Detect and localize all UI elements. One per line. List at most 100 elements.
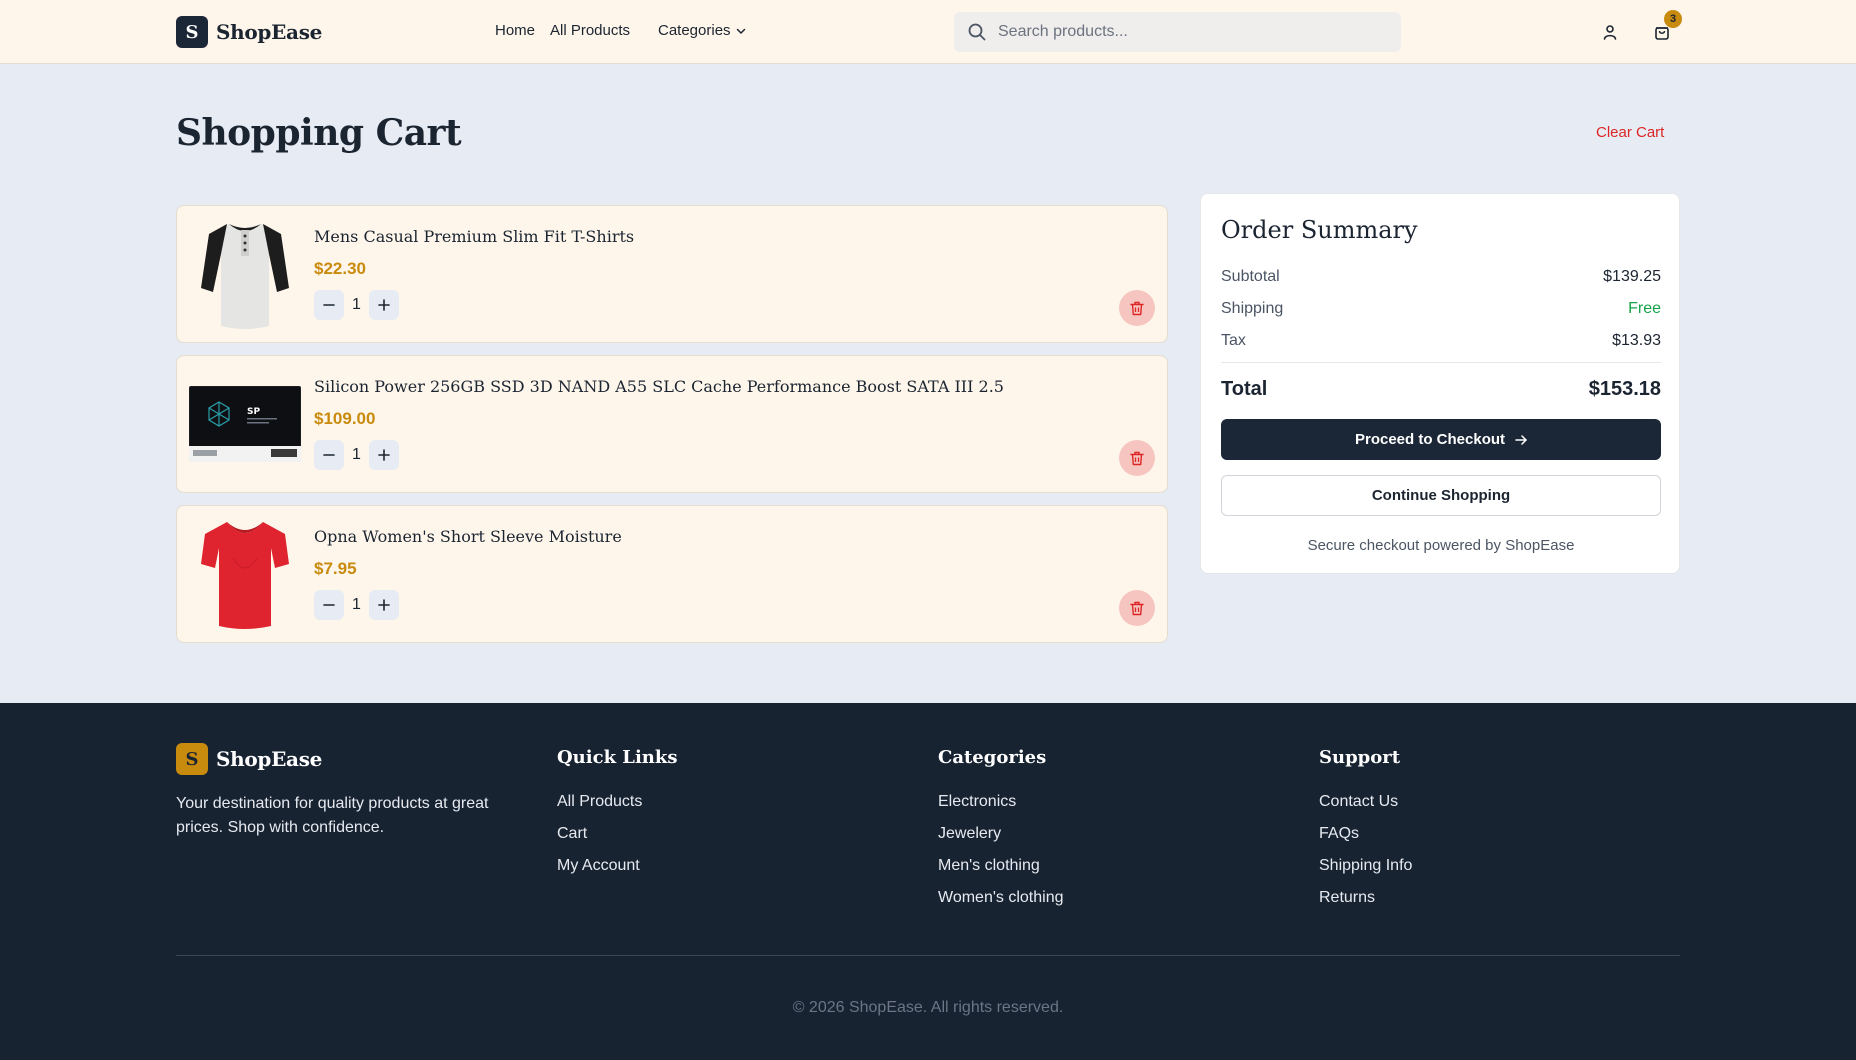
cart-item: SP Silicon Power 256GB SSD 3D NAND A55 S…: [176, 355, 1168, 493]
chevron-down-icon: [736, 28, 745, 34]
quantity-value: 1: [352, 446, 361, 463]
account-button[interactable]: [1600, 22, 1620, 42]
increase-quantity-button[interactable]: [369, 440, 399, 470]
summary-divider: [1221, 362, 1661, 363]
quantity-stepper: 1: [314, 440, 399, 470]
increase-quantity-button[interactable]: [369, 290, 399, 320]
footer-link-my-account[interactable]: My Account: [557, 856, 678, 876]
search-input[interactable]: [998, 23, 1378, 41]
product-image[interactable]: [189, 218, 301, 330]
nav-categories-dropdown[interactable]: Categories: [658, 22, 746, 39]
increase-quantity-button[interactable]: [369, 590, 399, 620]
decrease-quantity-button[interactable]: [314, 440, 344, 470]
footer-link-electronics[interactable]: Electronics: [938, 792, 1063, 812]
footer-brand-name: ShopEase: [216, 747, 323, 771]
product-name[interactable]: Opna Women's Short Sleeve Moisture: [314, 527, 622, 546]
subtotal-row: Subtotal $139.25: [1221, 268, 1661, 286]
user-icon: [1603, 25, 1617, 40]
decrease-quantity-button[interactable]: [314, 590, 344, 620]
cart-item: Opna Women's Short Sleeve Moisture $7.95…: [176, 505, 1168, 643]
minus-icon: [323, 604, 335, 606]
brand-logo[interactable]: S ShopEase: [176, 16, 322, 48]
minus-icon: [323, 454, 335, 456]
plus-icon: [378, 449, 390, 461]
subtotal-label: Subtotal: [1221, 268, 1280, 285]
tax-value: $13.93: [1612, 332, 1661, 349]
footer-link-contact-us[interactable]: Contact Us: [1319, 792, 1412, 812]
checkout-label: Proceed to Checkout: [1354, 431, 1506, 448]
remove-item-button[interactable]: [1119, 590, 1155, 626]
total-label: Total: [1221, 378, 1268, 400]
brand-name: ShopEase: [216, 20, 323, 44]
subtotal-value: $139.25: [1603, 268, 1661, 285]
remove-item-button[interactable]: [1119, 290, 1155, 326]
footer-support-title: Support: [1319, 747, 1401, 768]
product-price: $109.00: [314, 409, 376, 428]
footer-link-shipping-info[interactable]: Shipping Info: [1319, 856, 1412, 876]
tax-row: Tax $13.93: [1221, 332, 1661, 350]
nav-all-products[interactable]: All Products: [550, 22, 630, 39]
shipping-row: Shipping Free: [1221, 300, 1661, 318]
henley-shirt-image: [201, 224, 289, 329]
footer-link-all-products[interactable]: All Products: [557, 792, 678, 812]
product-price: $22.30: [314, 259, 366, 278]
footer-link-womens-clothing[interactable]: Women's clothing: [938, 888, 1063, 908]
decrease-quantity-button[interactable]: [314, 290, 344, 320]
continue-shopping-button[interactable]: Continue Shopping: [1221, 475, 1661, 516]
nav-home[interactable]: Home: [495, 22, 535, 39]
search-bar: [954, 12, 1401, 52]
product-price: $7.95: [314, 559, 357, 578]
quantity-stepper: 1: [314, 590, 399, 620]
remove-item-button[interactable]: [1119, 440, 1155, 476]
footer-categories-title: Categories: [938, 747, 1047, 768]
red-tshirt-image: [201, 522, 289, 629]
minus-icon: [323, 304, 335, 306]
ssd-drive-image: SP: [189, 386, 301, 462]
shipping-value: Free: [1628, 300, 1661, 317]
footer-categories: Categories Electronics Jewelery Men's cl…: [938, 747, 1063, 920]
quantity-value: 1: [352, 596, 361, 613]
footer-support: Support Contact Us FAQs Shipping Info Re…: [1319, 747, 1412, 920]
footer-link-faqs[interactable]: FAQs: [1319, 824, 1412, 844]
footer-link-mens-clothing[interactable]: Men's clothing: [938, 856, 1063, 876]
plus-icon: [378, 299, 390, 311]
order-summary-title: Order Summary: [1221, 216, 1418, 244]
logo-mark: S: [176, 16, 208, 48]
site-footer: S ShopEase Your destination for quality …: [0, 703, 1856, 1060]
product-name[interactable]: Mens Casual Premium Slim Fit T-Shirts: [314, 227, 634, 246]
footer-divider: [176, 955, 1680, 956]
svg-text:SP: SP: [247, 407, 260, 417]
quantity-value: 1: [352, 296, 361, 313]
order-summary-card: Order Summary Subtotal $139.25 Shipping …: [1200, 193, 1680, 574]
shipping-label: Shipping: [1221, 300, 1284, 317]
footer-link-jewelery[interactable]: Jewelery: [938, 824, 1063, 844]
footer-logo[interactable]: S ShopEase: [176, 743, 322, 775]
product-name[interactable]: Silicon Power 256GB SSD 3D NAND A55 SLC …: [314, 377, 1004, 396]
arrow-right-icon: [1515, 434, 1527, 445]
proceed-to-checkout-button[interactable]: Proceed to Checkout: [1221, 419, 1661, 460]
site-header: S ShopEase Home All Products Categories …: [0, 0, 1856, 64]
trash-icon: [1130, 601, 1144, 615]
copyright-text: © 2026 ShopEase. All rights reserved.: [792, 999, 1064, 1016]
product-image[interactable]: [189, 518, 301, 630]
footer-quick-links: Quick Links All Products Cart My Account: [557, 747, 678, 888]
secure-checkout-note: Secure checkout powered by ShopEase: [1307, 537, 1575, 554]
nav-categories-label: Categories: [658, 22, 731, 39]
total-value: $153.18: [1588, 378, 1661, 400]
footer-description: Your destination for quality products at…: [176, 795, 489, 836]
cart-item: Mens Casual Premium Slim Fit T-Shirts $2…: [176, 205, 1168, 343]
footer-link-cart[interactable]: Cart: [557, 824, 678, 844]
clear-cart-button[interactable]: Clear Cart: [1596, 124, 1664, 141]
product-image[interactable]: SP: [189, 368, 301, 480]
footer-logo-mark: S: [176, 743, 208, 775]
cart-items-list: Mens Casual Premium Slim Fit T-Shirts $2…: [176, 205, 1168, 655]
footer-link-returns[interactable]: Returns: [1319, 888, 1412, 908]
quantity-stepper: 1: [314, 290, 399, 320]
cart-count-badge: 3: [1664, 10, 1682, 28]
tax-label: Tax: [1221, 332, 1246, 349]
plus-icon: [378, 599, 390, 611]
footer-quick-links-title: Quick Links: [557, 747, 678, 768]
trash-icon: [1130, 451, 1144, 465]
search-icon: [968, 23, 986, 41]
trash-icon: [1130, 301, 1144, 315]
